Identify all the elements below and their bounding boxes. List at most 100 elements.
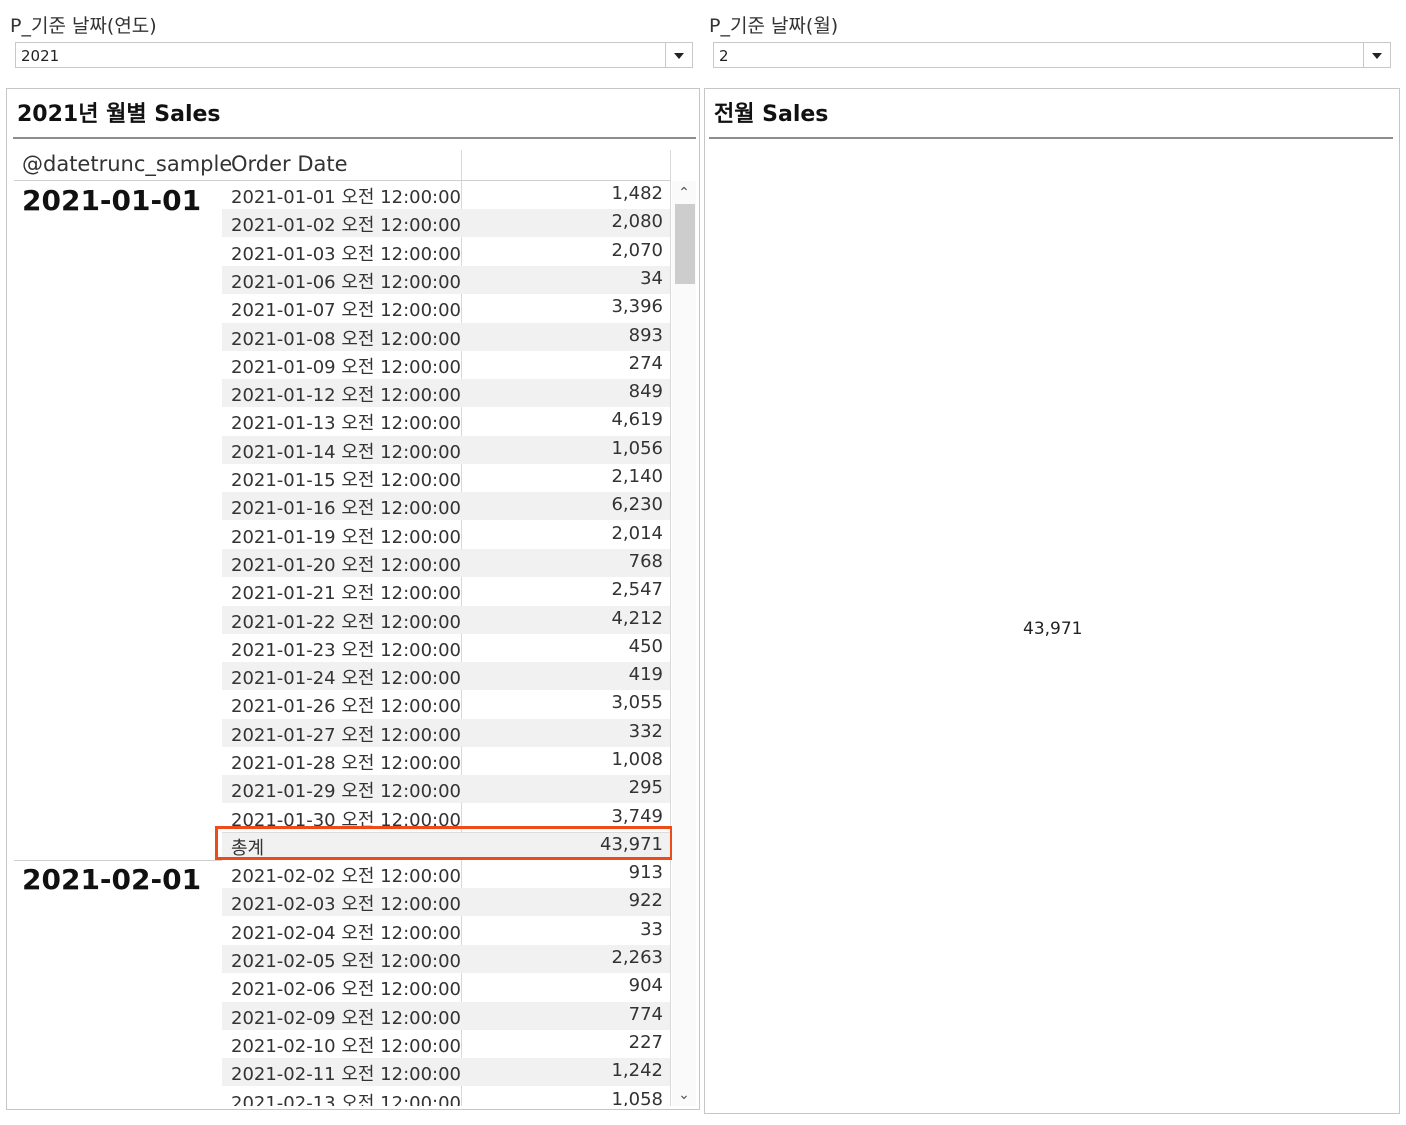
sales-cell: 922	[628, 890, 663, 911]
table-row[interactable]: 2021-01-28 오전 12:00:00 1,008	[0, 747, 700, 775]
sales-cell: 332	[628, 721, 663, 742]
sales-cell: 2,080	[611, 211, 663, 232]
sales-cell: 450	[628, 636, 663, 657]
order-date-cell: 2021-01-21 오전 12:00:00	[231, 583, 462, 604]
table-row[interactable]: 2021-01-19 오전 12:00:00 2,014	[0, 521, 700, 549]
table-row[interactable]: 2021-01-09 오전 12:00:00 274	[0, 351, 700, 379]
table-row[interactable]: 2021-01-24 오전 12:00:00 419	[0, 662, 700, 690]
table-row[interactable]: 2021-02-05 오전 12:00:00 2,263	[0, 945, 700, 973]
sales-cell: 2,014	[611, 523, 663, 544]
total-divider	[222, 832, 670, 833]
sales-cell: 227	[628, 1032, 663, 1053]
sales-cell: 774	[628, 1004, 663, 1025]
order-date-cell: 2021-02-11 오전 12:00:00	[231, 1064, 462, 1085]
sales-cell: 2,070	[611, 240, 663, 261]
table-row[interactable]: 2021-01-20 오전 12:00:00 768	[0, 549, 700, 577]
sales-cell: 768	[628, 551, 663, 572]
sales-cell: 1,056	[611, 438, 663, 459]
scrollbar-track[interactable]	[672, 181, 696, 1106]
table-row[interactable]: 2021-02-10 오전 12:00:00 227	[0, 1030, 700, 1058]
total-row[interactable]: 총계 43,971	[0, 832, 700, 860]
sales-cell: 4,619	[611, 409, 663, 430]
sales-cell: 1,058	[611, 1089, 663, 1106]
order-date-cell: 2021-01-29 오전 12:00:00	[231, 781, 462, 802]
order-date-cell: 2021-01-23 오전 12:00:00	[231, 640, 462, 661]
month-param-value: 2	[719, 47, 729, 65]
order-date-cell: 2021-01-08 오전 12:00:00	[231, 329, 462, 350]
sales-cell: 6,230	[611, 494, 663, 515]
table-row[interactable]: 2021-01-14 오전 12:00:00 1,056	[0, 436, 700, 464]
order-date-cell: 2021-01-26 오전 12:00:00	[231, 696, 462, 717]
table-row[interactable]: 2021-01-26 오전 12:00:00 3,055	[0, 690, 700, 718]
order-date-cell: 2021-02-13 오전 12:00:00	[231, 1093, 462, 1106]
sales-cell: 3,396	[611, 296, 663, 317]
order-date-cell: 2021-01-28 오전 12:00:00	[231, 753, 462, 774]
order-date-cell: 2021-01-30 오전 12:00:00	[231, 810, 462, 831]
order-date-cell: 2021-01-14 오전 12:00:00	[231, 442, 462, 463]
table-row[interactable]: 2021-01-06 오전 12:00:00 34	[0, 266, 700, 294]
order-date-cell: 2021-01-03 오전 12:00:00	[231, 244, 462, 265]
sales-cell: 2,263	[611, 947, 663, 968]
order-date-cell: 2021-02-05 오전 12:00:00	[231, 951, 462, 972]
order-date-cell: 2021-01-16 오전 12:00:00	[231, 498, 462, 519]
order-date-cell: 2021-02-09 오전 12:00:00	[231, 1008, 462, 1029]
scroll-down-icon[interactable]: ⌄	[673, 1085, 695, 1105]
sales-table-body: 2021-01-01 2021-01-01 오전 12:00:00 1,482 202…	[0, 0, 700, 1106]
sales-cell: 295	[628, 777, 663, 798]
order-date-cell: 2021-01-19 오전 12:00:00	[231, 527, 462, 548]
month-param-select[interactable]: 2	[713, 42, 1391, 68]
order-date-cell: 2021-02-02 오전 12:00:00	[231, 866, 462, 887]
table-row[interactable]: 2021-01-16 오전 12:00:00 6,230	[0, 492, 700, 520]
order-date-cell: 2021-01-22 오전 12:00:00	[231, 612, 462, 633]
sales-cell: 33	[640, 919, 663, 940]
table-row[interactable]: 2021-01-15 오전 12:00:00 2,140	[0, 464, 700, 492]
table-row[interactable]: 2021-01-30 오전 12:00:00 3,749	[0, 804, 700, 832]
sales-cell: 893	[628, 325, 663, 346]
sales-cell: 419	[628, 664, 663, 685]
sales-cell: 904	[628, 975, 663, 996]
title-divider	[709, 137, 1393, 139]
header-divider	[14, 180, 670, 181]
table-row[interactable]: 2021-02-04 오전 12:00:00 33	[0, 917, 700, 945]
table-row[interactable]: 2021-02-09 오전 12:00:00 774	[0, 1002, 700, 1030]
order-date-cell: 2021-01-27 오전 12:00:00	[231, 725, 462, 746]
table-row[interactable]: 2021-01-22 오전 12:00:00 4,212	[0, 606, 700, 634]
table-row[interactable]: 2021-01-27 오전 12:00:00 332	[0, 719, 700, 747]
sales-cell: 34	[640, 268, 663, 289]
table-row[interactable]: 2021-02-03 오전 12:00:00 922	[0, 888, 700, 916]
sales-cell: 4,212	[611, 608, 663, 629]
table-row[interactable]: 2021-01-13 오전 12:00:00 4,619	[0, 407, 700, 435]
table-row[interactable]: 2021-01-21 오전 12:00:00 2,547	[0, 577, 700, 605]
table-row[interactable]: 2021-01-08 오전 12:00:00 893	[0, 323, 700, 351]
order-date-cell: 2021-01-15 오전 12:00:00	[231, 470, 462, 491]
chevron-down-icon[interactable]	[1363, 43, 1390, 67]
table-row[interactable]: 2021-01-01 오전 12:00:00 1,482	[0, 181, 700, 209]
table-row[interactable]: 2021-01-07 오전 12:00:00 3,396	[0, 294, 700, 322]
table-row[interactable]: 2021-01-29 오전 12:00:00 295	[0, 775, 700, 803]
order-date-cell: 2021-02-04 오전 12:00:00	[231, 923, 462, 944]
sales-cell: 274	[628, 353, 663, 374]
table-row[interactable]: 2021-01-02 오전 12:00:00 2,080	[0, 209, 700, 237]
order-date-cell: 2021-02-10 오전 12:00:00	[231, 1036, 462, 1057]
scroll-up-icon[interactable]: ⌃	[673, 183, 695, 203]
prev-month-sales-panel	[704, 88, 1400, 1114]
table-row[interactable]: 2021-02-02 오전 12:00:00 913	[0, 860, 700, 888]
table-row[interactable]: 2021-02-11 오전 12:00:00 1,242	[0, 1058, 700, 1086]
scrollbar-thumb[interactable]	[675, 204, 695, 284]
table-row[interactable]: 2021-01-03 오전 12:00:00 2,070	[0, 238, 700, 266]
table-row[interactable]: 2021-02-06 오전 12:00:00 904	[0, 973, 700, 1001]
order-date-cell: 2021-02-03 오전 12:00:00	[231, 894, 462, 915]
sales-cell: 1,482	[611, 183, 663, 204]
table-row[interactable]: 2021-01-12 오전 12:00:00 849	[0, 379, 700, 407]
sales-cell: 849	[628, 381, 663, 402]
prev-month-sales-value: 43,971	[1023, 619, 1083, 639]
table-row[interactable]: 2021-01-23 오전 12:00:00 450	[0, 634, 700, 662]
sales-cell: 1,008	[611, 749, 663, 770]
table-row[interactable]: 2021-02-13 오전 12:00:00 1,058	[0, 1087, 700, 1106]
order-date-cell: 2021-01-20 오전 12:00:00	[231, 555, 462, 576]
order-date-cell: 2021-01-07 오전 12:00:00	[231, 300, 462, 321]
order-date-cell: 2021-01-01 오전 12:00:00	[231, 187, 462, 208]
prev-month-sales-title: 전월 Sales	[714, 102, 829, 127]
order-date-cell: 2021-02-06 오전 12:00:00	[231, 979, 462, 1000]
sales-cell: 1,242	[611, 1060, 663, 1081]
